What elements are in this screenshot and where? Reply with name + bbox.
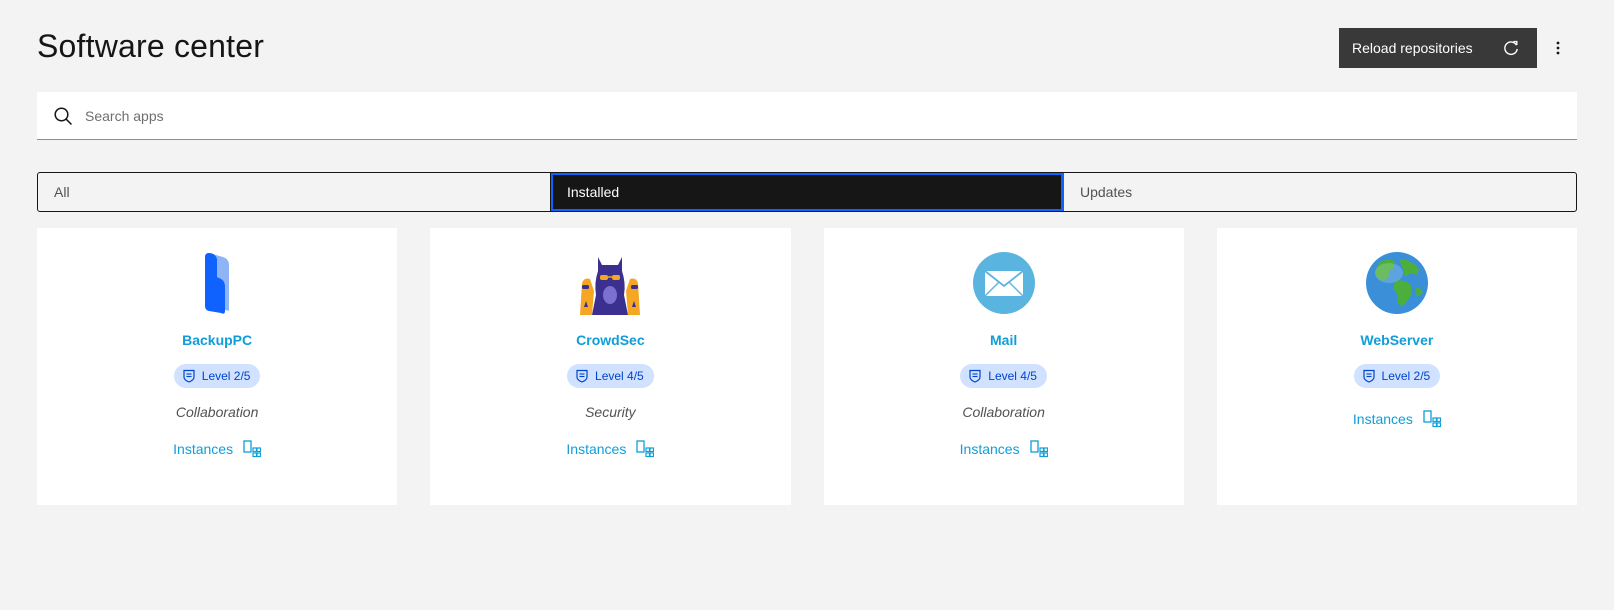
search-icon (54, 107, 73, 126)
instances-label: Instances (1352, 411, 1413, 427)
shield-icon (576, 369, 588, 383)
level-badge-label: Level 2/5 (201, 369, 251, 383)
level-badge-label: Level 4/5 (595, 369, 644, 383)
instances-link[interactable]: Instances (566, 440, 655, 458)
globe-logo-icon (1365, 252, 1428, 314)
content-switcher: All Installed Updates (37, 172, 1577, 212)
app-category: Collaboration (175, 404, 259, 420)
app-name[interactable]: Mail (990, 332, 1017, 348)
tab-updates-label: Updates (1080, 184, 1133, 200)
tab-all-label: All (54, 184, 70, 200)
tab-installed[interactable]: Installed (551, 173, 1064, 211)
shield-icon (969, 369, 981, 383)
level-badge: Level 4/5 (960, 364, 1047, 388)
crowdsec-logo-icon (580, 257, 641, 315)
app-card-backuppc[interactable]: BackupPC Level 2/5 Collaboration Instanc… (37, 228, 398, 505)
app-name[interactable]: WebServer (1360, 332, 1433, 348)
instances-icon (243, 440, 262, 458)
app-category: Security (585, 404, 636, 420)
mail-logo-icon (972, 252, 1035, 314)
overflow-menu-icon (1556, 41, 1560, 55)
instances-link[interactable]: Instances (173, 440, 262, 458)
instances-icon (636, 440, 655, 458)
instances-label: Instances (959, 441, 1020, 457)
instances-icon (1423, 410, 1441, 428)
level-badge-label: Level 4/5 (988, 369, 1037, 383)
instances-label: Instances (566, 441, 627, 457)
instances-link[interactable]: Instances (960, 440, 1048, 458)
level-badge: Level 2/5 (173, 364, 261, 388)
app-card-webserver[interactable]: WebServer Level 2/5 Instances (1216, 228, 1577, 505)
shield-icon (183, 369, 195, 383)
app-card-grid: BackupPC Level 2/5 Collaboration Instanc… (37, 228, 1577, 505)
software-center-page: Software center Reload repositories All … (0, 0, 1614, 610)
level-badge-label: Level 2/5 (1381, 369, 1431, 383)
tab-all[interactable]: All (38, 173, 551, 211)
search-bar (37, 92, 1577, 140)
instances-icon (1029, 440, 1048, 458)
tab-installed-label: Installed (567, 184, 620, 200)
level-badge: Level 2/5 (1353, 364, 1441, 388)
level-badge: Level 4/5 (567, 364, 654, 388)
tab-updates[interactable]: Updates (1064, 173, 1576, 211)
shield-icon (1362, 369, 1375, 383)
reload-repositories-label: Reload repositories (1352, 40, 1473, 56)
app-card-mail[interactable]: Mail Level 4/5 Collaboration Instances (823, 228, 1184, 505)
app-name[interactable]: CrowdSec (576, 332, 644, 348)
search-input[interactable] (85, 92, 1565, 139)
overflow-menu-button[interactable] (1548, 28, 1568, 68)
instances-label: Instances (173, 441, 234, 457)
reload-repositories-button[interactable]: Reload repositories (1339, 28, 1537, 68)
app-card-crowdsec[interactable]: CrowdSec Level 4/5 Security Instances (430, 228, 791, 505)
app-name[interactable]: BackupPC (182, 332, 252, 348)
app-category: Collaboration (962, 404, 1045, 420)
refresh-icon (1504, 40, 1518, 56)
backuppc-logo-icon (205, 253, 230, 314)
page-title: Software center (37, 28, 265, 64)
instances-link[interactable]: Instances (1353, 410, 1441, 428)
